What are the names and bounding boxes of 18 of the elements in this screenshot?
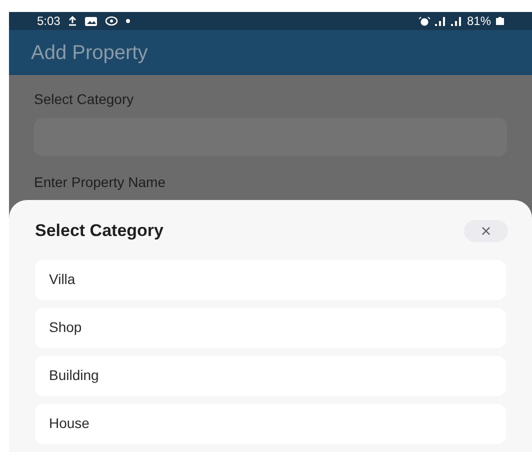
signal-icon <box>434 16 446 26</box>
upload-icon <box>68 16 78 26</box>
app-bar-title: Add Property <box>31 40 148 66</box>
category-option[interactable]: Building <box>35 356 506 396</box>
dot-icon <box>126 19 130 23</box>
sheet-title: Select Category <box>35 220 164 242</box>
alarm-icon <box>418 16 430 26</box>
signal-icon <box>450 16 462 26</box>
category-option[interactable]: Shop <box>35 308 506 348</box>
category-option[interactable]: House <box>35 404 506 444</box>
battery-percent: 81% <box>466 13 491 30</box>
status-time: 5:03 <box>37 13 60 30</box>
field-label: Select Category <box>34 90 135 109</box>
close-button[interactable]: × <box>464 220 508 242</box>
battery-icon <box>496 17 504 25</box>
image-icon <box>85 16 98 26</box>
field-label: Enter Property Name <box>34 173 166 192</box>
category-option[interactable]: Villa <box>35 260 506 300</box>
